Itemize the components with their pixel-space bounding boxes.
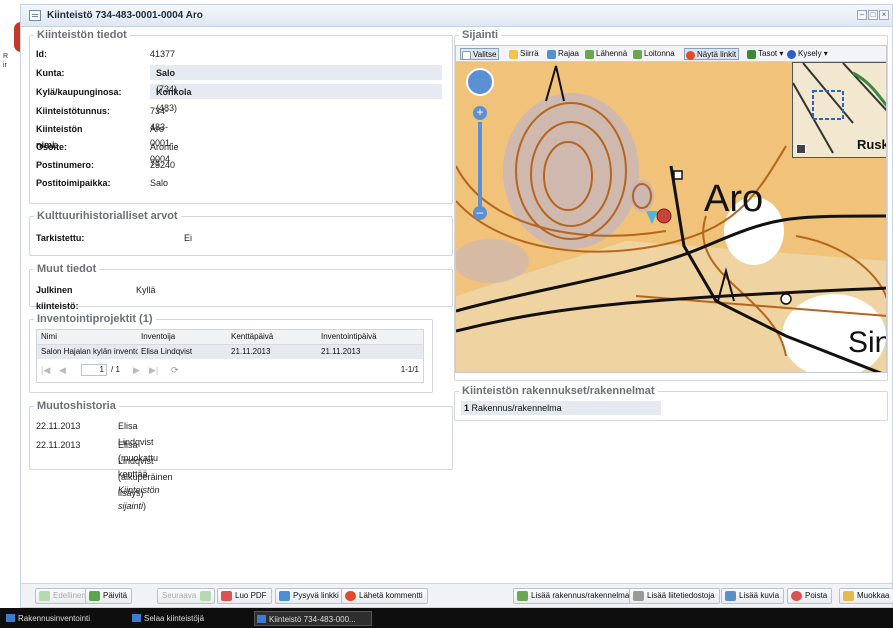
change-history-legend: Muutoshistoria [37,400,116,412]
arrow-left-icon [39,591,50,601]
layers-icon [747,50,756,59]
window-title: Kiinteistö 734-483-0001-0004 Aro [47,10,203,21]
building-item[interactable]: 1 Rakennus/rakennelma [461,401,661,415]
previous-button[interactable]: Edellinen [35,588,91,604]
taskbar-item-selaa[interactable]: Selaa kiinteistöjä [130,611,240,626]
window-icon [6,614,15,622]
image-icon [725,591,736,601]
query-menu-button[interactable]: Kysely ▾ [786,48,828,60]
minimize-button[interactable]: – [857,10,867,20]
background-app-edge: Rir [0,0,28,608]
cultural-values-legend: Kulttuurihistorialliset arvot [37,210,178,222]
page-input[interactable]: 1 [81,364,107,376]
pan-control-icon[interactable] [466,68,494,96]
zoom-slider[interactable] [478,122,482,206]
pan-tool-button[interactable]: Siirrä [508,48,539,60]
property-details-legend: Kiinteistön tiedot [37,29,127,41]
inventory-table-header: Nimi Inventoija Kenttäpäivä Inventointip… [37,330,423,345]
zoom-in-tool-button[interactable]: Lähennä [584,48,627,60]
delete-button[interactable]: Poista [787,588,833,604]
comment-icon [345,591,356,601]
cultural-values-panel: Kulttuurihistorialliset arvot Tarkistett… [29,210,453,256]
refresh-button[interactable]: Päivitä [85,588,133,604]
buildings-panel: Kiinteistön rakennukset/rakennelmat 1 Ra… [454,385,888,421]
hand-icon [509,50,518,59]
arrow-right-icon [200,591,212,601]
kunta-highlight [150,65,442,80]
taskbar-item-rakennusinventointi[interactable]: Rakennusinventointi [4,611,104,626]
window-titlebar[interactable]: Kiinteistö 734-483-0001-0004 Aro – □ × [21,5,892,27]
building-icon [517,591,528,601]
refresh-icon [89,591,100,601]
overview-toggle-icon[interactable] [796,144,806,154]
col-nimi[interactable]: Nimi [41,332,57,341]
property-details-panel: Kiinteistön tiedot Id: 41377 Kunta: Salo (… [29,29,453,204]
next-button[interactable]: Seuraava [157,588,216,604]
col-kenttapaiva[interactable]: Kenttäpäivä [231,332,273,341]
taskbar-item-kiinteisto[interactable]: Kiinteistö 734-483-000... [254,611,372,626]
edit-button[interactable]: Muokkaa [839,588,893,604]
prev-page-icon[interactable]: ◀ [59,365,66,376]
pagination-bar: |◀ ◀ 1 / 1 ▶ ▶| ⟳ 1-1/1 [37,362,423,380]
permalink-button[interactable]: Pysyvä linkki [275,588,344,604]
window-icon [257,615,266,623]
refresh-icon[interactable]: ⟳ [171,365,179,376]
inventory-projects-panel: Inventointiprojektit (1) Nimi Inventoija… [29,313,433,393]
map-label-ruska: Ruska [857,137,886,152]
background-app-text: Rir [3,53,9,69]
select-box-tool-button[interactable]: Rajaa [546,48,579,60]
delete-icon [791,591,802,601]
layers-menu-button[interactable]: Tasot ▾ [746,48,783,60]
maximize-button[interactable]: □ [868,10,878,20]
inventory-table: Nimi Inventoija Kenttäpäivä Inventointip… [36,329,424,383]
map-view[interactable]: Aro Sin Ruska + – Valitse Siirrä Rajaa L… [455,45,887,373]
link-icon [279,591,290,601]
page-total: / 1 [111,365,120,374]
pointer-icon [462,51,471,60]
close-button[interactable]: × [879,10,889,20]
kyla-highlight [150,84,442,99]
window-icon [132,614,141,622]
last-page-icon[interactable]: ▶| [149,365,158,376]
links-icon [686,51,695,60]
zoom-out-tool-button[interactable]: Loitonna [632,48,675,60]
send-comment-button[interactable]: Lähetä kommentti [341,588,428,604]
zoom-out-icon [633,50,642,59]
info-icon [787,50,796,59]
next-page-icon[interactable]: ▶ [133,365,140,376]
bottom-toolbar: Edellinen Päivitä Seuraava Luo PDF Pysyv… [21,583,893,607]
page-range: 1-1/1 [400,365,419,374]
add-images-button[interactable]: Lisää kuvia [721,588,785,604]
col-inventoija[interactable]: Inventoija [141,332,175,341]
map-label-sin: Sin [848,326,886,359]
table-row[interactable]: Salon Hajalan kylän inventointi Elisa Li… [37,345,423,359]
location-legend: Sijainti [462,29,499,41]
zoom-out-icon[interactable]: – [473,206,487,220]
zoom-in-icon [585,50,594,59]
window-icon [29,10,41,21]
paperclip-icon [633,591,644,601]
map-toolbar: Valitse Siirrä Rajaa Lähennä Loitonna Nä… [456,46,886,62]
first-page-icon[interactable]: |◀ [41,365,50,376]
create-pdf-button[interactable]: Luo PDF [217,588,272,604]
add-attachments-button[interactable]: Lisää liitetiedostoja [629,588,720,604]
other-info-panel: Muut tiedot Julkinen kiinteistö: Kyllä [29,263,453,311]
pdf-icon [221,591,232,601]
other-info-legend: Muut tiedot [37,263,97,275]
taskbar: Rakennusinventointi Selaa kiinteistöjä K… [0,608,893,628]
inventory-projects-legend: Inventointiprojektit (1) [37,313,153,325]
pencil-icon [843,591,854,601]
col-inventointipaiva[interactable]: Inventointipäivä [321,332,377,341]
overview-map[interactable]: Ruska [792,62,886,158]
change-history-panel: Muutoshistoria 22.11.2013 Elisa Lindqvist… [29,400,453,511]
select-tool-button[interactable]: Valitse [460,48,500,60]
show-links-button[interactable]: Näytä linkit [684,48,740,60]
map-label-aro: Aro [704,178,764,220]
buildings-legend: Kiinteistön rakennukset/rakennelmat [462,385,655,397]
add-building-button[interactable]: Lisää rakennus/rakennelma [513,588,635,604]
box-icon [547,50,556,59]
zoom-in-icon[interactable]: + [473,106,487,120]
